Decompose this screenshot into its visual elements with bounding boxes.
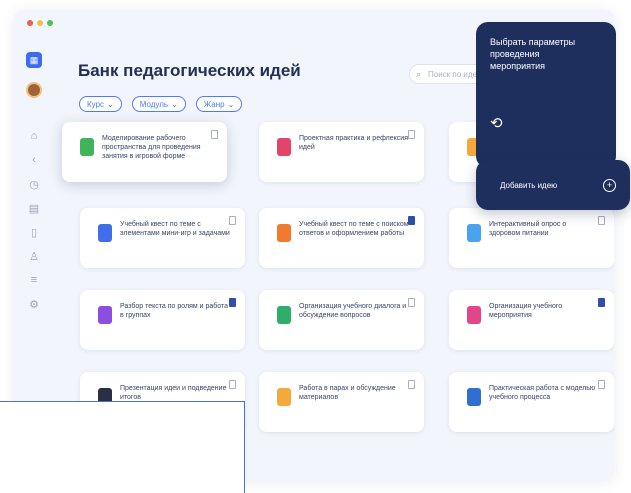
- cursor-icon: ⟲: [490, 115, 503, 132]
- document-icon[interactable]: ▯: [26, 224, 42, 240]
- idea-card-text: Практическая работа с моделью учебного п…: [489, 385, 596, 401]
- mic-icon: [467, 224, 481, 242]
- user-icon[interactable]: ♙: [26, 248, 42, 264]
- bookmark-icon[interactable]: [408, 380, 415, 389]
- chevron-left-icon[interactable]: ‹: [26, 152, 42, 168]
- idea-card-text: Организация учебного мероприятия: [489, 303, 563, 319]
- maximize-dot[interactable]: [47, 20, 53, 26]
- popup-text: Выбрать параметры проведения мероприятия: [490, 37, 576, 71]
- bookmark-icon[interactable]: [408, 216, 415, 225]
- minimize-dot[interactable]: [37, 20, 43, 26]
- idea-card[interactable]: Учебный квест по теме с элементами мини-…: [80, 208, 245, 268]
- avatar[interactable]: [26, 82, 42, 98]
- filter-label: Модуль: [139, 99, 169, 109]
- bars-icon: [277, 224, 291, 242]
- add-idea-button[interactable]: Добавить идею +: [476, 160, 630, 210]
- page-title: Банк педагогических идей: [78, 61, 301, 80]
- search-icon: ⌕: [416, 69, 422, 79]
- screen-icon: [467, 388, 481, 406]
- idea-card-text: Организация учебного диалога и обсуждени…: [299, 303, 407, 319]
- bookmark-icon[interactable]: [598, 380, 605, 389]
- tablet-icon: [80, 138, 94, 156]
- book-icon: [277, 306, 291, 324]
- home-icon[interactable]: ⌂: [26, 128, 42, 144]
- plus-icon: +: [603, 178, 616, 192]
- bookmark-icon[interactable]: [408, 130, 415, 139]
- bookmark-icon[interactable]: [229, 380, 236, 389]
- filter-module[interactable]: Модуль ⌄: [131, 96, 186, 112]
- window-controls: [27, 20, 53, 26]
- bookmark-icon[interactable]: [229, 298, 236, 307]
- settings-icon[interactable]: ⚙: [26, 296, 42, 312]
- calculator-icon: [98, 224, 112, 242]
- monitor-icon: [467, 306, 481, 324]
- filter-label: Жанр: [203, 99, 225, 109]
- chevron-down-icon: ⌄: [171, 99, 178, 109]
- bookmark-icon[interactable]: [598, 298, 605, 307]
- calendar-icon[interactable]: ▤: [26, 200, 42, 216]
- filter-genre[interactable]: Жанр ⌄: [195, 96, 243, 112]
- idea-card[interactable]: Организация учебного диалога и обсуждени…: [259, 290, 424, 350]
- chevron-down-icon: ⌄: [107, 99, 114, 109]
- filter-course[interactable]: Курс ⌄: [79, 96, 122, 112]
- idea-card-text: Разбор текста по ролям и работа в группа…: [120, 303, 229, 319]
- idea-card-text: Интерактивный опрос о здоровом питании: [489, 221, 567, 237]
- idea-card-text: Проектная практика и рефлексия идей: [299, 135, 409, 151]
- params-popup: Выбрать параметры проведения мероприятия…: [476, 22, 616, 168]
- filter-bar: Курс ⌄ Модуль ⌄ Жанр ⌄: [79, 96, 243, 112]
- idea-card[interactable]: Интерактивный опрос о здоровом питании: [449, 208, 614, 268]
- idea-card[interactable]: Работа в парах и обсуждение материалов: [259, 372, 424, 432]
- idea-card[interactable]: Проектная практика и рефлексия идей: [259, 122, 424, 182]
- filter-label: Курс: [87, 99, 105, 109]
- idea-card[interactable]: Организация учебного мероприятия: [449, 290, 614, 350]
- chat-icon[interactable]: ≡: [26, 272, 42, 288]
- idea-card[interactable]: Моделирование рабочего пространства для …: [62, 122, 227, 182]
- slides-icon: [277, 138, 291, 156]
- idea-card-text: Презентация идеи и подведение итогов: [120, 385, 227, 401]
- idea-card-text: Работа в парах и обсуждение материалов: [299, 385, 396, 401]
- gallery-icon: [277, 388, 291, 406]
- overlay-box: [0, 401, 245, 493]
- idea-card[interactable]: Разбор текста по ролям и работа в группа…: [80, 290, 245, 350]
- idea-card[interactable]: Учебный квест по теме с поиском ответов …: [259, 208, 424, 268]
- clock-icon[interactable]: ◷: [26, 176, 42, 192]
- idea-card-text: Учебный квест по теме с поиском ответов …: [299, 221, 409, 237]
- chevron-down-icon: ⌄: [227, 99, 235, 109]
- idea-card-text: Учебный квест по теме с элементами мини-…: [120, 221, 230, 237]
- pen-icon: [98, 306, 112, 324]
- add-idea-label: Добавить идею: [500, 180, 558, 190]
- close-dot[interactable]: [27, 20, 33, 26]
- bookmark-icon[interactable]: [408, 298, 415, 307]
- bookmark-icon[interactable]: [598, 216, 605, 225]
- bookmark-icon[interactable]: [229, 216, 236, 225]
- logo-icon[interactable]: ▦: [26, 52, 42, 68]
- idea-card[interactable]: Практическая работа с моделью учебного п…: [449, 372, 614, 432]
- bookmark-icon[interactable]: [211, 130, 218, 139]
- idea-card-text: Моделирование рабочего пространства для …: [102, 135, 201, 160]
- sidebar: ▦ ⌂ ‹ ◷ ▤ ▯ ♙ ≡ ⚙: [14, 48, 54, 378]
